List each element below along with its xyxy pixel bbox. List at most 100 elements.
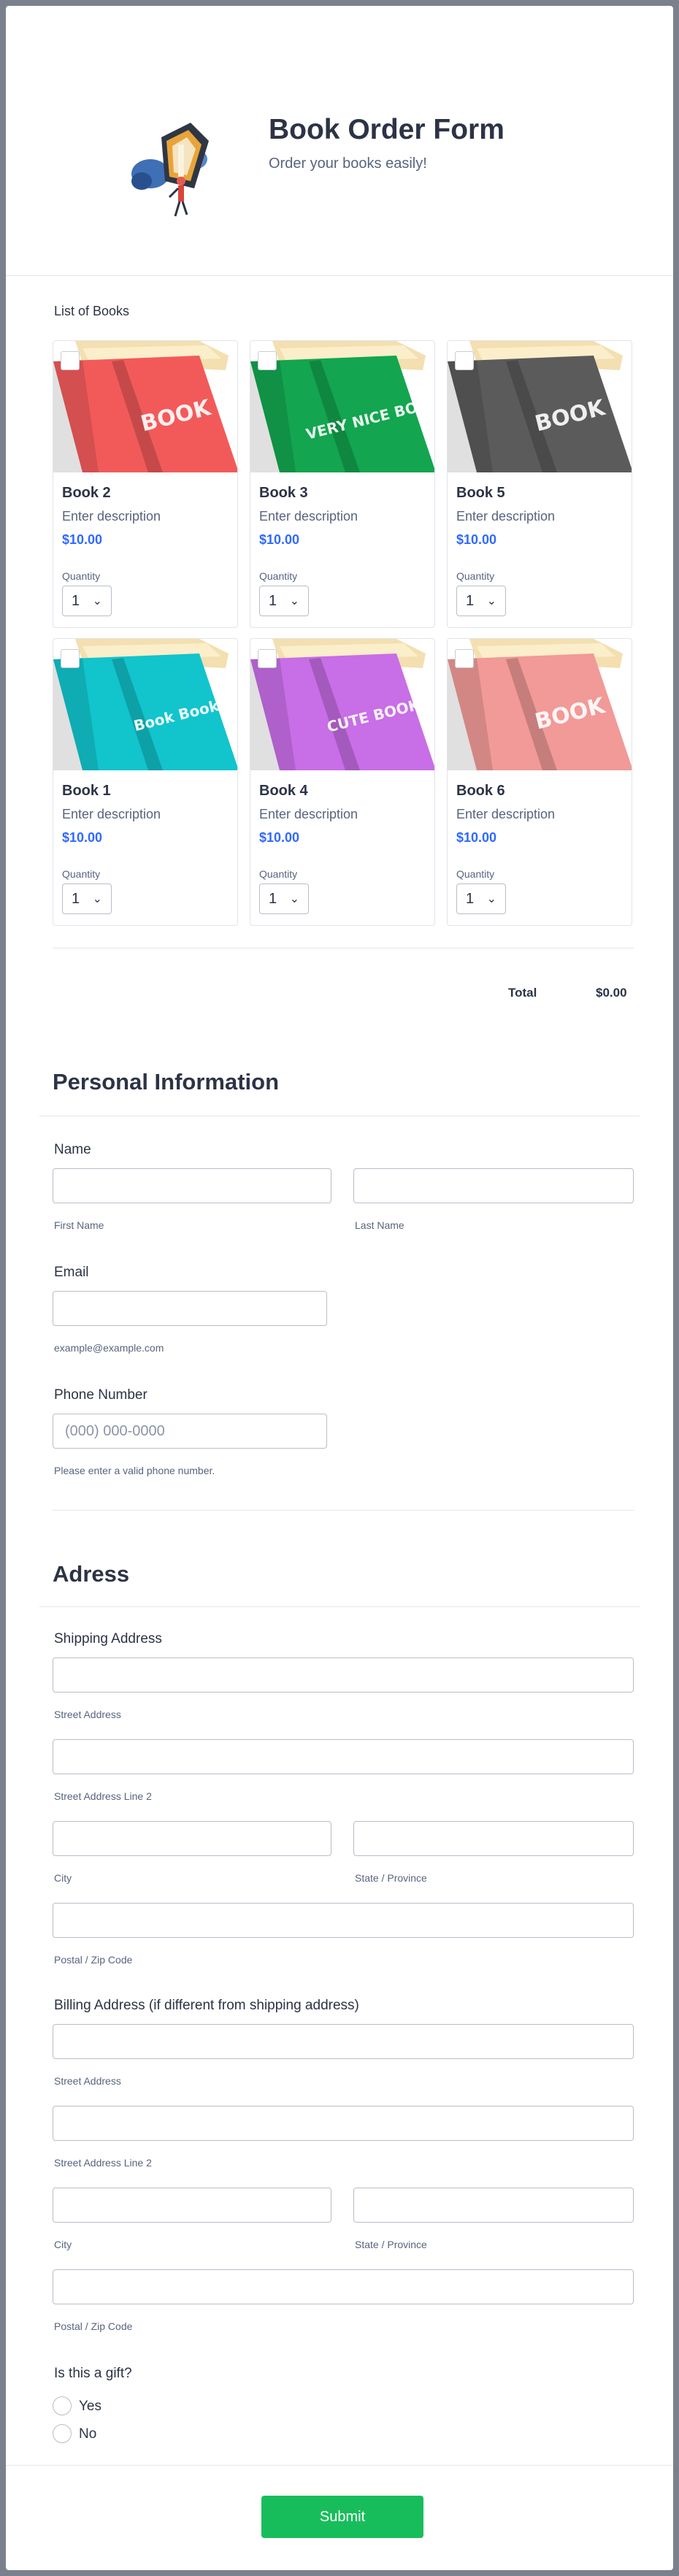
product-name: Book 1	[62, 783, 111, 799]
product-description: Enter description	[456, 509, 556, 524]
shipping-street2-input[interactable]	[53, 1739, 634, 1774]
quantity-label: Quantity	[62, 570, 101, 582]
quantity-value: 1	[72, 890, 80, 907]
shipping-address-label: Shipping Address	[54, 1631, 162, 1647]
gift-yes-radio[interactable]	[53, 2396, 72, 2415]
product-price: $10.00	[456, 830, 497, 845]
product-checkbox[interactable]	[455, 649, 474, 668]
total-value: $0.00	[596, 986, 627, 1000]
product-price: $10.00	[456, 532, 497, 547]
product-checkbox[interactable]	[61, 649, 80, 668]
quantity-value: 1	[466, 890, 475, 907]
product-name: Book 6	[456, 783, 505, 799]
product-description: Enter description	[62, 509, 161, 524]
quantity-select[interactable]: 1 ⌄	[62, 883, 112, 914]
billing-state-input[interactable]	[353, 2188, 634, 2223]
reading-book-illustration	[131, 123, 209, 217]
shipping-city-input[interactable]	[53, 1821, 331, 1856]
personal-info-heading: Personal Information	[53, 1069, 280, 1095]
quantity-value: 1	[72, 592, 80, 609]
chevron-down-icon: ⌄	[486, 893, 496, 905]
billing-postal-sublabel: Postal / Zip Code	[54, 2320, 133, 2332]
billing-street2-sublabel: Street Address Line 2	[54, 2157, 152, 2169]
quantity-value: 1	[269, 890, 277, 907]
product-card[interactable]: CUTE BOOK Book 4 Enter description $10.00 Qu…	[250, 638, 435, 926]
shipping-state-sublabel: State / Province	[355, 1872, 427, 1884]
book-cover-image: VERY NICE BOOK	[250, 341, 434, 472]
book-cover-image: CUTE BOOK	[250, 639, 434, 770]
product-checkbox[interactable]	[258, 351, 277, 370]
book-cover-image: BOOK	[53, 341, 237, 472]
product-card[interactable]: BOOK Book 5 Enter description $10.00 Quantit…	[447, 340, 632, 628]
product-name: Book 3	[259, 485, 308, 501]
quantity-select[interactable]: 1 ⌄	[456, 883, 506, 914]
gift-no-label[interactable]: No	[79, 2426, 96, 2442]
shipping-street2-sublabel: Street Address Line 2	[54, 1790, 152, 1802]
first-name-input[interactable]	[53, 1168, 331, 1203]
product-card[interactable]: BOOK Book 6 Enter description $10.00 Quantit…	[447, 638, 632, 926]
billing-address-label: Billing Address (if different from shipp…	[54, 1998, 359, 2013]
billing-street2-input[interactable]	[53, 2106, 634, 2141]
billing-city-sublabel: City	[54, 2239, 72, 2250]
phone-placeholder: (000) 000-0000	[65, 1422, 165, 1439]
quantity-select[interactable]: 1 ⌄	[259, 883, 309, 914]
shipping-postal-sublabel: Postal / Zip Code	[54, 1954, 133, 1966]
book-cover-image: Book Book	[53, 639, 237, 770]
chevron-down-icon: ⌄	[92, 595, 102, 607]
product-description: Enter description	[259, 807, 358, 821]
product-name: Book 4	[259, 783, 308, 799]
shipping-street-input[interactable]	[53, 1657, 634, 1693]
product-card[interactable]: VERY NICE BOOK Book 3 Enter description $10…	[250, 340, 435, 628]
quantity-label: Quantity	[456, 570, 495, 582]
product-description: Enter description	[456, 807, 556, 821]
billing-state-sublabel: State / Province	[355, 2239, 427, 2250]
footer-divider	[6, 2465, 673, 2466]
quantity-label: Quantity	[259, 868, 298, 880]
product-card[interactable]: Book Book Book 1 Enter description $10.00 Qu…	[53, 638, 238, 926]
form-subtitle: Order your books easily!	[269, 156, 427, 172]
product-checkbox[interactable]	[258, 649, 277, 668]
product-checkbox[interactable]	[455, 351, 474, 370]
quantity-value: 1	[466, 592, 475, 609]
product-price: $10.00	[259, 830, 300, 845]
book-cover-image: BOOK	[448, 341, 632, 472]
phone-label: Phone Number	[54, 1387, 147, 1403]
address-heading: Adress	[53, 1561, 130, 1587]
book-cover-image: BOOK	[448, 639, 632, 770]
chevron-down-icon: ⌄	[486, 595, 496, 607]
phone-input[interactable]: (000) 000-0000	[53, 1414, 327, 1449]
email-sublabel: example@example.com	[54, 1342, 164, 1354]
product-price: $10.00	[62, 830, 103, 845]
products-label: List of Books	[54, 304, 130, 318]
last-name-input[interactable]	[353, 1168, 634, 1203]
product-checkbox[interactable]	[61, 351, 80, 370]
product-price: $10.00	[62, 532, 103, 547]
shipping-postal-input[interactable]	[53, 1903, 634, 1938]
billing-city-input[interactable]	[53, 2188, 331, 2223]
quantity-select[interactable]: 1 ⌄	[259, 586, 309, 616]
shipping-state-input[interactable]	[353, 1821, 634, 1856]
quantity-label: Quantity	[259, 570, 298, 582]
quantity-select[interactable]: 1 ⌄	[62, 586, 112, 616]
gift-yes-label[interactable]: Yes	[79, 2399, 101, 2415]
quantity-label: Quantity	[62, 868, 101, 880]
form-title: Book Order Form	[269, 114, 505, 145]
quantity-label: Quantity	[456, 868, 495, 880]
submit-button[interactable]: Submit	[261, 2496, 423, 2538]
billing-street-sublabel: Street Address	[54, 2075, 121, 2087]
quantity-select[interactable]: 1 ⌄	[456, 586, 506, 616]
gift-no-radio[interactable]	[53, 2424, 72, 2443]
form-header: Book Order Form Order your books easily!	[6, 6, 673, 276]
name-label: Name	[54, 1142, 91, 1157]
total-label: Total	[508, 986, 537, 1000]
first-name-sublabel: First Name	[54, 1219, 104, 1231]
quantity-value: 1	[269, 592, 277, 609]
chevron-down-icon: ⌄	[92, 893, 102, 905]
chevron-down-icon: ⌄	[289, 893, 299, 905]
product-name: Book 5	[456, 485, 505, 501]
form-card: Book Order Form Order your books easily!…	[6, 6, 673, 2570]
product-card[interactable]: BOOK Book 2 Enter description $10.00 Quantit…	[53, 340, 238, 628]
billing-postal-input[interactable]	[53, 2269, 634, 2304]
email-input[interactable]	[53, 1291, 327, 1326]
billing-street-input[interactable]	[53, 2024, 634, 2059]
